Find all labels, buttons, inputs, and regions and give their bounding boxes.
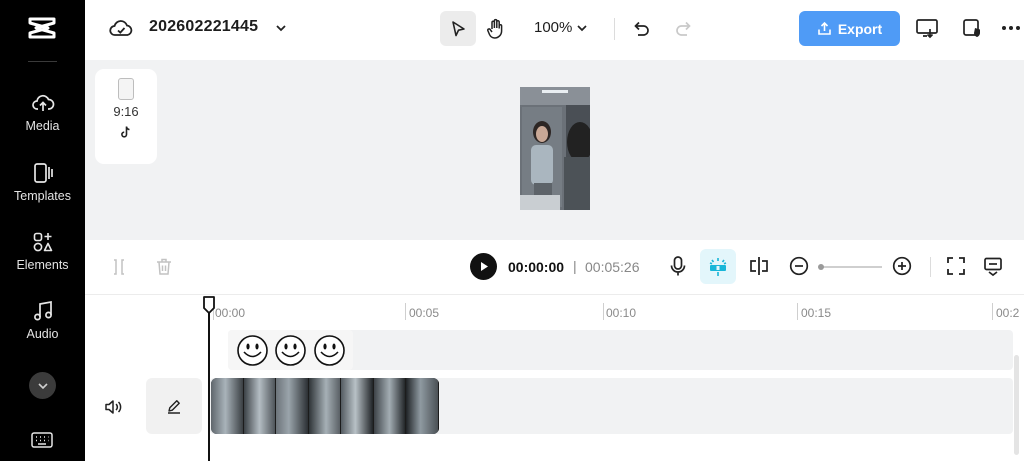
clip-thumbnail xyxy=(211,378,244,434)
playhead-handle[interactable] xyxy=(202,295,216,315)
preview-canvas: 9:16 xyxy=(85,60,1024,240)
sidebar-item-audio[interactable]: Audio xyxy=(0,299,85,359)
split-icon[interactable] xyxy=(111,258,127,276)
sidebar-item-label: Media xyxy=(25,119,60,133)
timecode-separator: | xyxy=(573,258,577,274)
delete-icon[interactable] xyxy=(155,257,173,276)
zoom-slider-knob[interactable] xyxy=(818,264,824,270)
capcut-logo[interactable] xyxy=(22,10,62,46)
ruler-tick xyxy=(405,303,406,320)
ruler-tick xyxy=(797,303,798,320)
export-button[interactable]: Export xyxy=(799,11,900,46)
ruler-tick xyxy=(603,303,604,320)
portrait-phone-icon xyxy=(118,78,134,100)
pencil-icon xyxy=(168,400,180,414)
zoom-level[interactable]: 100% xyxy=(534,19,572,36)
clip-thumbnail xyxy=(243,378,277,434)
timeline-scrollbar[interactable] xyxy=(1014,355,1019,455)
templates-icon xyxy=(33,163,53,183)
play-icon xyxy=(480,262,488,271)
toolbar-divider xyxy=(614,18,615,40)
clip-thumbnail xyxy=(341,378,374,434)
cursor-arrow-icon xyxy=(452,20,465,36)
export-label: Export xyxy=(837,20,883,37)
mirror-selfie-image xyxy=(520,87,590,210)
split-scene-icon[interactable] xyxy=(748,255,770,277)
capcut-logo-icon xyxy=(28,17,56,39)
sidebar-item-label: Elements xyxy=(16,258,69,272)
microphone-icon[interactable] xyxy=(667,255,689,277)
playback-controls: 00:00:00 | 00:05:26 xyxy=(85,240,1024,294)
zoom-in-icon[interactable] xyxy=(891,255,913,277)
publish-screen-icon[interactable] xyxy=(915,17,939,39)
smiley-sticker-icon xyxy=(236,334,268,366)
clip-thumbnail xyxy=(406,378,439,434)
top-bar: 202602221445 100% Export xyxy=(85,0,1024,60)
sidebar: Media Templates Elements Audio xyxy=(0,0,85,461)
fullscreen-icon[interactable] xyxy=(945,255,967,277)
timeline-zoom-slider[interactable] xyxy=(819,266,882,268)
clip-thumbnail xyxy=(373,378,407,434)
video-clip[interactable] xyxy=(211,378,439,434)
hand-tool-button[interactable] xyxy=(478,11,514,46)
magnet-snap-icon xyxy=(709,257,727,276)
feedback-icon[interactable] xyxy=(982,255,1004,277)
upload-icon xyxy=(818,21,831,35)
sidebar-divider xyxy=(28,61,57,62)
ruler-label: 00:00 xyxy=(215,306,246,320)
chevron-down-icon[interactable] xyxy=(274,21,288,35)
clip-thumbnail xyxy=(276,378,309,434)
total-duration: 00:05:26 xyxy=(585,259,640,275)
current-timecode: 00:00:00 xyxy=(508,259,565,275)
speaker-icon[interactable] xyxy=(104,398,122,416)
auto-snap-toggle[interactable] xyxy=(700,249,736,284)
cloud-sync-icon[interactable] xyxy=(109,17,133,39)
ruler-label: 00:15 xyxy=(801,306,832,320)
aspect-ratio-label: 9:16 xyxy=(113,104,139,119)
chevron-down-icon xyxy=(37,382,48,389)
sidebar-item-media[interactable]: Media xyxy=(0,91,85,151)
smiley-sticker-icon xyxy=(313,334,345,366)
select-tool-button[interactable] xyxy=(440,11,476,46)
sidebar-item-templates[interactable]: Templates xyxy=(0,161,85,221)
more-options-icon[interactable] xyxy=(1001,24,1021,32)
undo-icon[interactable] xyxy=(631,18,651,38)
project-title[interactable]: 202602221445 xyxy=(149,18,258,36)
chevron-down-icon[interactable] xyxy=(576,22,588,34)
play-button[interactable] xyxy=(470,253,497,280)
smiley-sticker-icon xyxy=(275,334,306,366)
sidebar-item-label: Templates xyxy=(14,189,71,203)
ruler-label: 00:2 xyxy=(996,306,1020,320)
timeline[interactable]: 00:00 00:05 00:10 00:15 00:2 xyxy=(85,294,1024,461)
elements-icon xyxy=(33,232,52,252)
sidebar-more-button[interactable] xyxy=(29,372,56,399)
sidebar-item-label: Audio xyxy=(26,327,59,341)
clip-thumbnail xyxy=(308,378,342,434)
aspect-ratio-selector[interactable]: 9:16 xyxy=(95,69,157,164)
shield-check-icon[interactable] xyxy=(961,17,983,39)
editor-app: Media Templates Elements Audio 202602221… xyxy=(0,0,1024,461)
keyboard-icon[interactable] xyxy=(31,431,53,449)
hand-icon xyxy=(487,18,503,39)
playhead-line[interactable] xyxy=(208,305,210,461)
redo-icon[interactable] xyxy=(674,18,694,38)
controls-divider xyxy=(930,257,931,277)
ruler-label: 00:10 xyxy=(606,306,637,320)
cloud-upload-icon xyxy=(31,94,54,111)
zoom-out-icon[interactable] xyxy=(788,255,810,277)
sticker-clip[interactable] xyxy=(228,330,353,370)
sidebar-item-elements[interactable]: Elements xyxy=(0,230,85,290)
tiktok-icon xyxy=(121,126,130,138)
ruler-tick xyxy=(992,303,993,320)
edit-cover-button[interactable] xyxy=(146,378,202,434)
music-note-icon xyxy=(33,300,52,321)
video-frame[interactable] xyxy=(520,87,590,210)
ruler-label: 00:05 xyxy=(409,306,440,320)
